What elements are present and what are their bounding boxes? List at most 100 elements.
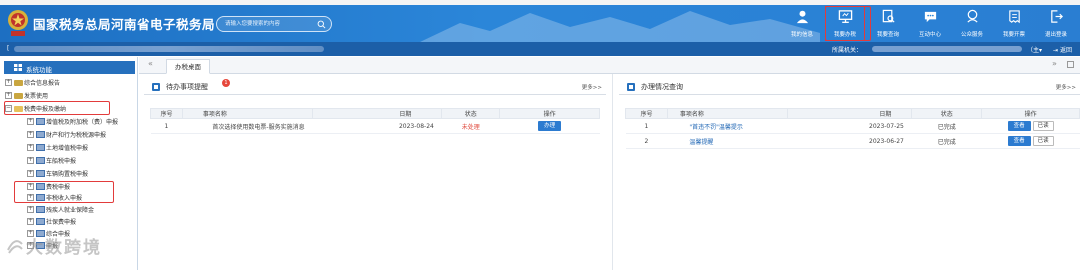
expand-icon[interactable] — [27, 156, 34, 164]
nav-label: 退出登录 — [1044, 32, 1067, 38]
todo-more-link[interactable]: 更多>> — [582, 83, 602, 91]
expand-icon[interactable] — [27, 169, 34, 177]
nav-label: 我的信息 — [790, 32, 813, 38]
item-name-link[interactable]: "首违不罚"温馨提示 — [667, 118, 788, 134]
expand-icon[interactable] — [27, 205, 34, 213]
todo-count-badge: 1 — [222, 79, 230, 87]
folder-icon — [14, 93, 23, 99]
tree-item-info-report[interactable]: 综合信息报告 — [5, 78, 60, 89]
tree-item-social-insurance[interactable]: 社保费申报 — [27, 217, 76, 228]
search-input[interactable] — [225, 18, 317, 30]
column-header: 序号 — [625, 108, 668, 119]
todo-panel-header: 待办事项提醒 1 更多>> — [144, 79, 606, 95]
progress-panel-header: 办理情况查询 更多>> — [619, 79, 1080, 95]
sidebar-header: 系统功能 — [4, 61, 135, 74]
tree-item-vat[interactable]: 增值税及附加税（费）申报 — [27, 117, 118, 128]
sidebar-title: 系统功能 — [26, 66, 52, 74]
people-icon — [967, 9, 978, 23]
tab-tax-desk[interactable]: 办税桌面 — [166, 59, 210, 74]
list-icon — [152, 83, 160, 91]
tree-item-property-tax[interactable]: 财产和行为税税源申报 — [27, 130, 106, 141]
tree-item-vehicle-purchase-tax[interactable]: 车辆购置税申报 — [27, 169, 88, 180]
agency-label: 所属机关： — [832, 47, 863, 54]
nav-interaction[interactable]: 互动中心 — [909, 5, 951, 42]
column-header: 操作 — [981, 108, 1080, 119]
action-cell: 查看 已读 — [981, 118, 1080, 134]
form-icon — [36, 131, 45, 138]
nav-my-info[interactable]: 我的信息 — [781, 5, 823, 42]
expand-icon[interactable] — [5, 78, 12, 86]
form-icon — [36, 206, 45, 213]
tree-item-land-vat[interactable]: 土地增值税申报 — [27, 143, 88, 154]
form-icon — [36, 170, 45, 177]
redacted-agency-info — [872, 46, 1022, 52]
column-header: 状态 — [911, 108, 983, 119]
status-text: 已完成 — [911, 118, 982, 134]
tree-label: 车辆购置税申报 — [46, 171, 89, 178]
tree-label: 土地增值税申报 — [46, 145, 89, 152]
expand-icon[interactable] — [27, 117, 34, 125]
grid-icon — [14, 64, 22, 71]
nav-label: 我要开票 — [1002, 32, 1025, 38]
invoice-icon — [1009, 10, 1020, 24]
expand-icon[interactable] — [27, 130, 34, 138]
tree-label: 财产和行为税税源申报 — [46, 132, 107, 139]
handle-button[interactable]: 办理 — [538, 121, 562, 131]
todo-table: 序号 事项名称 日期 状态 操作 1 首次选择使用数电票-服务实施消息 2023… — [150, 108, 600, 134]
back-link[interactable]: ⇥ 返回 — [1053, 45, 1072, 54]
item-name-link[interactable]: 温馨提醒 — [667, 133, 788, 149]
taxpayer-info-bar: [ 所属机关： （主▾ ⇥ 返回 — [0, 42, 1080, 56]
action-cell: 办理 — [499, 118, 600, 134]
status-badge: 未处理 — [441, 118, 500, 134]
highlight-box — [14, 181, 114, 203]
user-icon — [796, 10, 809, 24]
folder-icon — [14, 80, 23, 86]
expand-icon[interactable] — [5, 91, 12, 99]
column-header: 事项名称 — [181, 108, 313, 119]
view-button[interactable]: 查看 — [1007, 121, 1031, 131]
form-icon — [36, 118, 45, 125]
form-icon — [36, 218, 45, 225]
expand-icon[interactable] — [27, 143, 34, 151]
nav-invoice[interactable]: 我要开票 — [993, 5, 1035, 42]
tree-item-disability-fund[interactable]: 残疾人就业保障金 — [27, 205, 94, 216]
nav-logout[interactable]: 退出登录 — [1035, 5, 1077, 42]
search-doc-icon — [882, 9, 895, 23]
progress-more-link[interactable]: 更多>> — [1056, 83, 1076, 91]
panel-divider — [612, 74, 613, 270]
watermark-logo-icon — [7, 240, 23, 254]
logout-icon — [1051, 10, 1063, 23]
taxpayer-mark: [ — [7, 45, 10, 52]
nav-query[interactable]: 我要查询 — [867, 5, 909, 42]
search-box[interactable] — [216, 16, 332, 32]
tab-menu-icon[interactable] — [1067, 61, 1074, 68]
highlight-box — [825, 6, 871, 41]
item-date: 2023-08-24 — [312, 118, 442, 134]
table-row: 1 "首违不罚"温馨提示 2023-07-25 已完成 查看 已读 — [625, 118, 1080, 134]
nav-label: 我要查询 — [876, 32, 899, 38]
tab-next-button[interactable]: » — [1052, 59, 1057, 68]
progress-panel-title: 办理情况查询 — [641, 83, 683, 91]
read-button[interactable]: 已读 — [1032, 136, 1054, 146]
tab-bar: « 办税桌面 » — [139, 57, 1080, 74]
view-button[interactable]: 查看 — [1007, 136, 1031, 146]
nav-label: 公众服务 — [960, 32, 983, 38]
tab-prev-button[interactable]: « — [148, 59, 153, 68]
search-icon[interactable] — [317, 20, 326, 29]
expand-icon[interactable] — [27, 217, 34, 225]
query-icon — [627, 83, 635, 91]
column-header: 日期 — [786, 108, 913, 119]
tree-label: 增值税及附加税（费）申报 — [46, 119, 119, 126]
tax-emblem-icon — [8, 10, 28, 36]
nav-label: 互动中心 — [918, 32, 941, 38]
column-header: 状态 — [441, 108, 501, 119]
table-row: 2 温馨提醒 2023-06-27 已完成 查看 已读 — [625, 133, 1080, 149]
row-number: 1 — [625, 118, 668, 134]
identity-switch[interactable]: （主▾ — [1027, 45, 1042, 54]
row-number: 2 — [625, 133, 668, 149]
status-text: 已完成 — [911, 133, 982, 149]
read-button[interactable]: 已读 — [1032, 121, 1054, 131]
tree-item-vessel-tax[interactable]: 车船税申报 — [27, 156, 76, 167]
table-header-row: 序号 事项名称 日期 状态 操作 — [150, 108, 600, 119]
nav-public-service[interactable]: 公众服务 — [951, 5, 993, 42]
